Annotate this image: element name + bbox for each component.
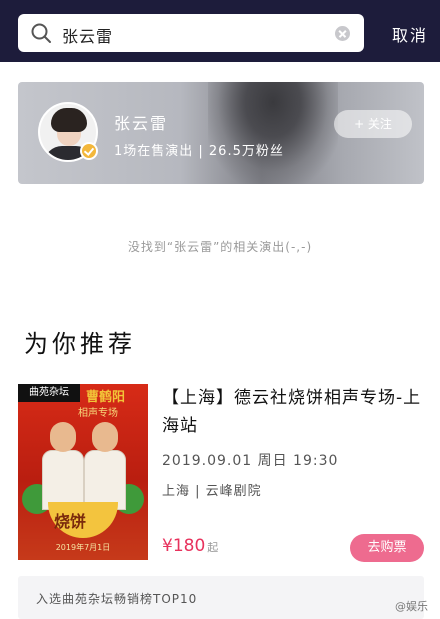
artist-name[interactable]: 张云雷 [114, 110, 168, 134]
performer-figure [42, 422, 84, 512]
no-result-message: 没找到“张云雷”的相关演出(-,-) [127, 240, 313, 254]
performer-figure [84, 422, 126, 512]
rank-banner[interactable]: 入选曲苑杂坛畅销榜TOP10 [18, 576, 424, 619]
clear-icon[interactable] [335, 26, 350, 41]
follow-button[interactable]: + 关注 [334, 110, 412, 138]
rank-text: 入选曲苑杂坛畅销榜TOP10 [36, 592, 198, 606]
poster-date: 2019年7月1日 [55, 543, 111, 552]
watermark: @娱乐 [395, 600, 428, 613]
poster-name: 烧饼 [54, 512, 87, 531]
artist-card[interactable]: 张云雷 1场在售演出 | 26.5万粉丝 + 关注 [18, 82, 424, 184]
show-poster[interactable]: 曲苑杂坛 曹鹤阳 相声专场 烧饼 2019年7月1日 [18, 384, 148, 560]
show-title[interactable]: 【上海】德云社烧饼相声专场-上海站 [162, 384, 422, 440]
poster-subtitle: 相声专场 [78, 408, 118, 419]
search-query[interactable]: 张云雷 [62, 23, 113, 47]
top-bar: 张云雷 取消 [0, 0, 440, 62]
price-value: ¥180 [162, 536, 206, 556]
search-icon [31, 23, 51, 43]
verified-icon [80, 142, 98, 160]
price-suffix: 起 [207, 541, 219, 554]
cancel-button[interactable]: 取消 [392, 22, 428, 46]
show-date: 2019.09.01 周日 19:30 [162, 453, 339, 469]
search-input[interactable]: 张云雷 [18, 14, 364, 52]
artist-stats: 1场在售演出 | 26.5万粉丝 [114, 144, 284, 159]
buy-ticket-button[interactable]: 去购票 [350, 534, 424, 562]
artist-background-image [208, 82, 338, 184]
section-title: 为你推荐 [24, 330, 136, 358]
poster-tag: 曲苑杂坛 [18, 384, 80, 402]
show-venue: 上海 | 云峰剧院 [162, 484, 262, 499]
show-price: ¥180 起 [162, 536, 218, 556]
poster-title: 曹鹤阳 [86, 390, 126, 405]
